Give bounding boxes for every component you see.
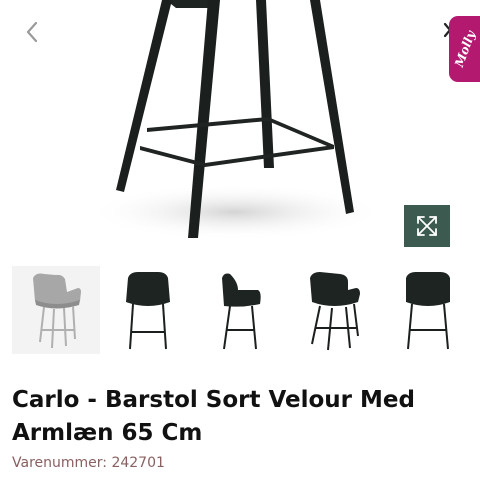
- molly-chat-badge[interactable]: Molly: [449, 16, 480, 82]
- thumbnail-5[interactable]: [384, 266, 472, 354]
- stool-thumbnail-image: [406, 272, 450, 350]
- thumbnail-2[interactable]: [104, 266, 192, 354]
- thumbnail-4[interactable]: [290, 266, 378, 354]
- molly-badge-label: Molly: [451, 29, 478, 69]
- chevron-left-icon[interactable]: [22, 20, 42, 44]
- stool-thumbnail-image: [126, 272, 170, 350]
- product-sku: Varenummer: 242701: [12, 455, 165, 471]
- sku-label: Varenummer:: [12, 455, 107, 471]
- stool-thumbnail-image: [310, 272, 360, 351]
- product-hero-image[interactable]: Molly: [0, 0, 480, 262]
- thumbnail-3[interactable]: [198, 266, 286, 354]
- expand-arrows-icon: [417, 216, 437, 236]
- stool-thumbnail-image: [222, 273, 261, 350]
- expand-image-button[interactable]: [404, 205, 450, 247]
- stool-thumbnail-image: [33, 273, 81, 349]
- thumbnail-gallery: [0, 262, 480, 354]
- sku-value: 242701: [111, 455, 165, 471]
- thumbnail-1[interactable]: [12, 266, 100, 354]
- product-title: Carlo - Barstol Sort Velour Med Armlæn 6…: [12, 387, 415, 446]
